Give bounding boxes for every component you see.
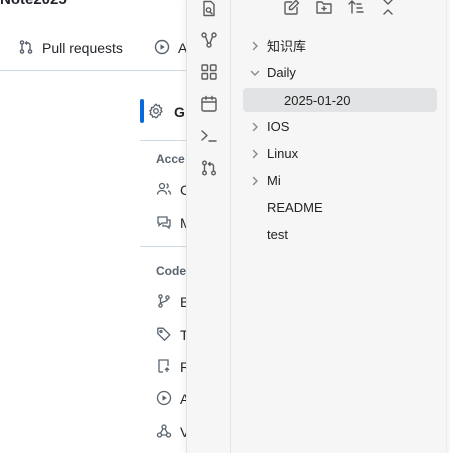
folder-linux[interactable]: Linux [243, 140, 437, 167]
settings-nav-general-label: G [174, 104, 185, 120]
file-label: README [267, 200, 323, 215]
settings-nav-general[interactable]: G [148, 99, 186, 125]
chevron-down-icon [249, 67, 261, 79]
new-folder-icon[interactable] [315, 0, 333, 16]
command-palette-icon[interactable] [200, 127, 218, 145]
settings-nav-moderation[interactable]: M [156, 213, 186, 233]
active-indicator [140, 99, 144, 123]
git-pull-request-icon [18, 39, 34, 58]
folder-label: Daily [267, 65, 296, 80]
code-section-heading: Code [156, 264, 186, 278]
section-divider [140, 246, 186, 247]
graph-view-icon[interactable] [200, 31, 218, 49]
file-daily-note[interactable]: 2025-01-20 [243, 88, 437, 112]
tab-pull-requests-label: Pull requests [42, 40, 123, 56]
file-label: 2025-01-20 [284, 92, 351, 108]
tab-pull-requests[interactable]: Pull requests [18, 37, 123, 59]
file-label: test [267, 227, 288, 242]
chevron-right-icon [249, 40, 261, 52]
daily-note-icon[interactable] [200, 95, 218, 113]
sort-icon[interactable] [347, 0, 365, 16]
chevron-right-icon [249, 121, 261, 133]
file-readme[interactable]: README [243, 194, 437, 221]
section-divider [140, 140, 186, 141]
rules-icon [156, 358, 172, 377]
folder-ios[interactable]: IOS [243, 113, 437, 140]
chevron-right-icon [249, 148, 261, 160]
tag-icon [156, 326, 172, 345]
file-explorer-panel: 知识库 Daily 2025-01-20 IOS Linux Mi README… [186, 0, 449, 453]
file-test[interactable]: test [243, 221, 437, 248]
file-explorer: 知识库 Daily 2025-01-20 IOS Linux Mi README… [231, 0, 449, 453]
comment-icon [156, 214, 172, 233]
settings-nav-tags[interactable]: T [156, 325, 186, 345]
gear-icon [148, 102, 164, 122]
collapse-all-icon[interactable] [379, 0, 397, 16]
panel-edge [446, 0, 447, 453]
settings-nav-webhooks[interactable]: V [156, 422, 186, 442]
canvas-icon[interactable] [200, 63, 218, 81]
settings-nav-branches[interactable]: B [156, 292, 186, 312]
settings-nav-collaborators[interactable]: C [156, 180, 186, 200]
folder-label: 知识库 [267, 39, 307, 54]
file-tree: 知识库 Daily 2025-01-20 IOS Linux Mi README… [243, 32, 437, 248]
folder-zhishiku[interactable]: 知识库 [243, 32, 437, 59]
folder-mi[interactable]: Mi [243, 167, 437, 194]
explorer-toolbar [283, 0, 397, 16]
settings-nav-actions[interactable]: A [156, 389, 186, 409]
repository-title[interactable]: Note2025 [0, 0, 67, 8]
folder-daily[interactable]: Daily [243, 59, 437, 86]
chevron-right-icon [249, 175, 261, 187]
open-note-icon[interactable] [200, 0, 218, 18]
play-circle-icon [154, 39, 170, 58]
git-pr-icon[interactable] [200, 159, 218, 177]
settings-nav-rules[interactable]: R [156, 357, 186, 377]
folder-label: Linux [267, 146, 299, 161]
webhook-icon [156, 423, 172, 442]
new-note-icon[interactable] [283, 0, 301, 16]
branch-icon [156, 293, 172, 312]
people-icon [156, 181, 172, 200]
play-icon [156, 390, 172, 409]
access-section-heading: Acce [156, 152, 185, 166]
tabs-divider [0, 70, 186, 71]
left-ribbon [187, 0, 231, 453]
folder-label: Mi [267, 173, 281, 188]
tab-actions[interactable]: A [154, 37, 187, 59]
folder-label: IOS [267, 119, 290, 134]
